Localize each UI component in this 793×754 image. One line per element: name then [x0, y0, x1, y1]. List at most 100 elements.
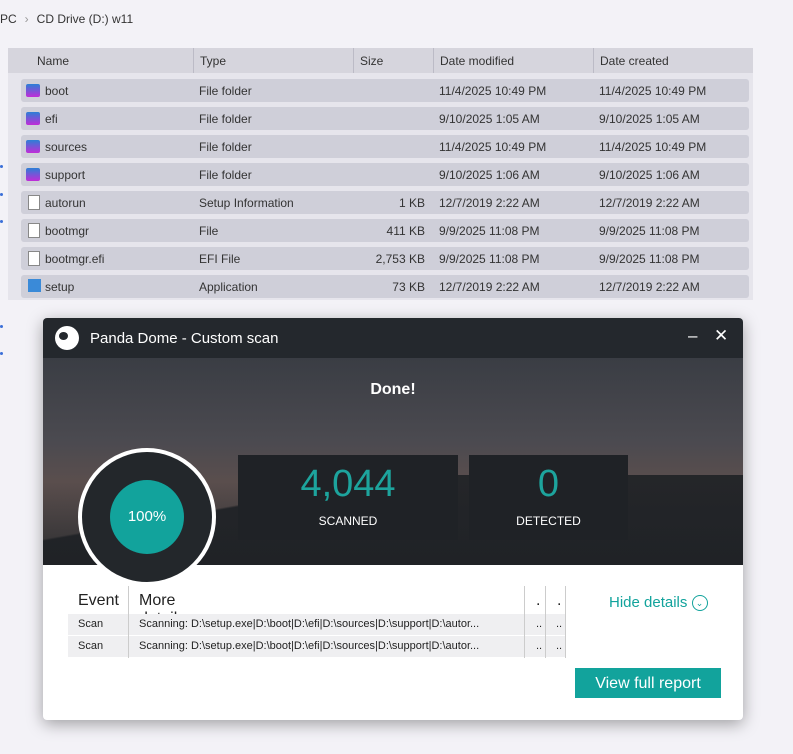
file-name: bootmgr.efi — [45, 252, 105, 266]
dialog-title: Panda Dome - Custom scan — [90, 330, 279, 347]
file-name: sources — [45, 140, 88, 154]
file-created: 12/7/2019 2:22 AM — [599, 196, 700, 210]
scan-status: Done! — [370, 381, 416, 398]
file-size: 1 KB — [398, 196, 425, 210]
file-row[interactable]: boot File folder 11/4/2025 10:49 PM 11/4… — [21, 79, 749, 102]
detected-count: 0 — [537, 463, 560, 505]
file-icon — [28, 223, 40, 238]
nav-marker — [0, 165, 3, 168]
file-created: 12/7/2019 2:22 AM — [599, 280, 700, 294]
file-modified: 11/4/2025 10:49 PM — [439, 84, 547, 98]
scan-summary: Done! 100% 4,044 SCANNED 0 DETECTED — [43, 358, 743, 586]
hide-details-link[interactable]: Hide details ⌄ — [609, 594, 708, 612]
event-cell: Scan — [78, 618, 104, 630]
file-type: Setup Information — [199, 196, 294, 210]
folder-icon — [26, 84, 40, 97]
divider — [524, 586, 525, 658]
file-size: 411 KB — [386, 224, 425, 238]
file-modified: 9/10/2025 1:05 AM — [439, 112, 540, 126]
progress-ring: 100% — [78, 448, 216, 586]
file-row[interactable]: bootmgr.efi EFI File 2,753 KB 9/9/2025 1… — [21, 247, 749, 270]
panda-logo-icon — [55, 326, 79, 350]
header-event: Event — [78, 592, 119, 609]
cell: .. — [536, 640, 543, 652]
file-name: boot — [45, 84, 69, 98]
file-type: File folder — [199, 168, 252, 182]
file-created: 11/4/2025 10:49 PM — [599, 84, 707, 98]
hide-details-label: Hide details — [609, 594, 688, 611]
file-modified: 12/7/2019 2:22 AM — [439, 280, 540, 294]
file-icon — [28, 195, 40, 210]
nav-marker — [0, 325, 3, 328]
nav-marker — [0, 220, 3, 223]
detected-label: DETECTED — [516, 514, 581, 528]
panda-scan-dialog: Panda Dome - Custom scan – ✕ Done! 100% … — [43, 318, 743, 720]
column-header: Name Type Size Date modified Date create… — [8, 48, 753, 73]
file-created: 9/9/2025 11:08 PM — [599, 252, 700, 266]
details-cell: Scanning: D:\setup.exe|D:\boot|D:\efi|D:… — [139, 640, 480, 652]
file-type: EFI File — [199, 252, 241, 266]
file-name: efi — [45, 112, 58, 126]
title-bar: Panda Dome - Custom scan – ✕ — [43, 318, 743, 358]
file-size: 2,753 KB — [375, 252, 425, 266]
table-row[interactable]: Scan Scanning: D:\setup.exe|D:\boot|D:\ef… — [68, 614, 565, 635]
cell: .. — [556, 640, 563, 652]
view-full-report-button[interactable]: View full report — [575, 668, 721, 698]
progress-label: 100% — [110, 480, 184, 554]
file-row[interactable]: bootmgr File 411 KB 9/9/2025 11:08 PM 9/… — [21, 219, 749, 242]
file-modified: 9/9/2025 11:08 PM — [439, 224, 540, 238]
file-modified: 12/7/2019 2:22 AM — [439, 196, 540, 210]
scanned-stat: 4,044 SCANNED — [238, 455, 458, 540]
table-row[interactable]: Scan Scanning: D:\setup.exe|D:\boot|D:\ef… — [68, 636, 565, 657]
file-name: autorun — [45, 196, 86, 210]
scanned-label: SCANNED — [318, 514, 378, 528]
scanned-count: 4,044 — [300, 463, 396, 505]
file-row[interactable]: efi File folder 9/10/2025 1:05 AM 9/10/2… — [21, 107, 749, 130]
file-icon — [28, 251, 40, 266]
column-date-modified[interactable]: Date modified — [433, 48, 593, 73]
header-col3: . — [536, 592, 541, 609]
cell: .. — [536, 618, 543, 630]
file-modified: 9/9/2025 11:08 PM — [439, 252, 540, 266]
column-type[interactable]: Type — [193, 48, 353, 73]
file-type: Application — [199, 280, 258, 294]
file-type: File folder — [199, 140, 252, 154]
chevron-right-icon: › — [24, 12, 29, 26]
header-col4: . — [557, 592, 562, 609]
divider — [565, 586, 566, 658]
file-type: File folder — [199, 112, 252, 126]
breadcrumb-pc[interactable]: PC — [0, 12, 17, 26]
breadcrumb-drive[interactable]: CD Drive (D:) w11 — [37, 12, 133, 26]
minimize-icon[interactable]: – — [688, 326, 697, 346]
file-row[interactable]: sources File folder 11/4/2025 10:49 PM 1… — [21, 135, 749, 158]
event-cell: Scan — [78, 640, 104, 652]
nav-marker — [0, 193, 3, 196]
file-modified: 9/10/2025 1:06 AM — [439, 168, 540, 182]
column-name[interactable]: Name — [31, 48, 193, 73]
file-name: bootmgr — [45, 224, 90, 238]
folder-icon — [26, 140, 40, 153]
file-created: 9/10/2025 1:05 AM — [599, 112, 700, 126]
detected-stat: 0 DETECTED — [469, 455, 628, 540]
breadcrumb: PC › CD Drive (D:) w11 — [0, 12, 141, 26]
file-name: setup — [45, 280, 75, 294]
folder-icon — [26, 168, 40, 181]
app-icon — [28, 279, 41, 292]
column-size[interactable]: Size — [353, 48, 433, 73]
column-date-created[interactable]: Date created — [593, 48, 753, 73]
cell: .. — [556, 618, 563, 630]
divider — [128, 586, 129, 658]
file-created: 9/10/2025 1:06 AM — [599, 168, 700, 182]
file-row[interactable]: setup Application 73 KB 12/7/2019 2:22 A… — [21, 275, 749, 298]
file-list: Name Type Size Date modified Date create… — [8, 48, 753, 300]
file-created: 11/4/2025 10:49 PM — [599, 140, 707, 154]
close-icon[interactable]: ✕ — [714, 326, 728, 346]
file-created: 9/9/2025 11:08 PM — [599, 224, 700, 238]
file-type: File folder — [199, 84, 252, 98]
file-row[interactable]: autorun Setup Information 1 KB 12/7/2019… — [21, 191, 749, 214]
details-cell: Scanning: D:\setup.exe|D:\boot|D:\efi|D:… — [139, 618, 480, 630]
file-type: File — [199, 224, 219, 238]
divider — [545, 586, 546, 658]
file-modified: 11/4/2025 10:49 PM — [439, 140, 547, 154]
file-row[interactable]: support File folder 9/10/2025 1:06 AM 9/… — [21, 163, 749, 186]
